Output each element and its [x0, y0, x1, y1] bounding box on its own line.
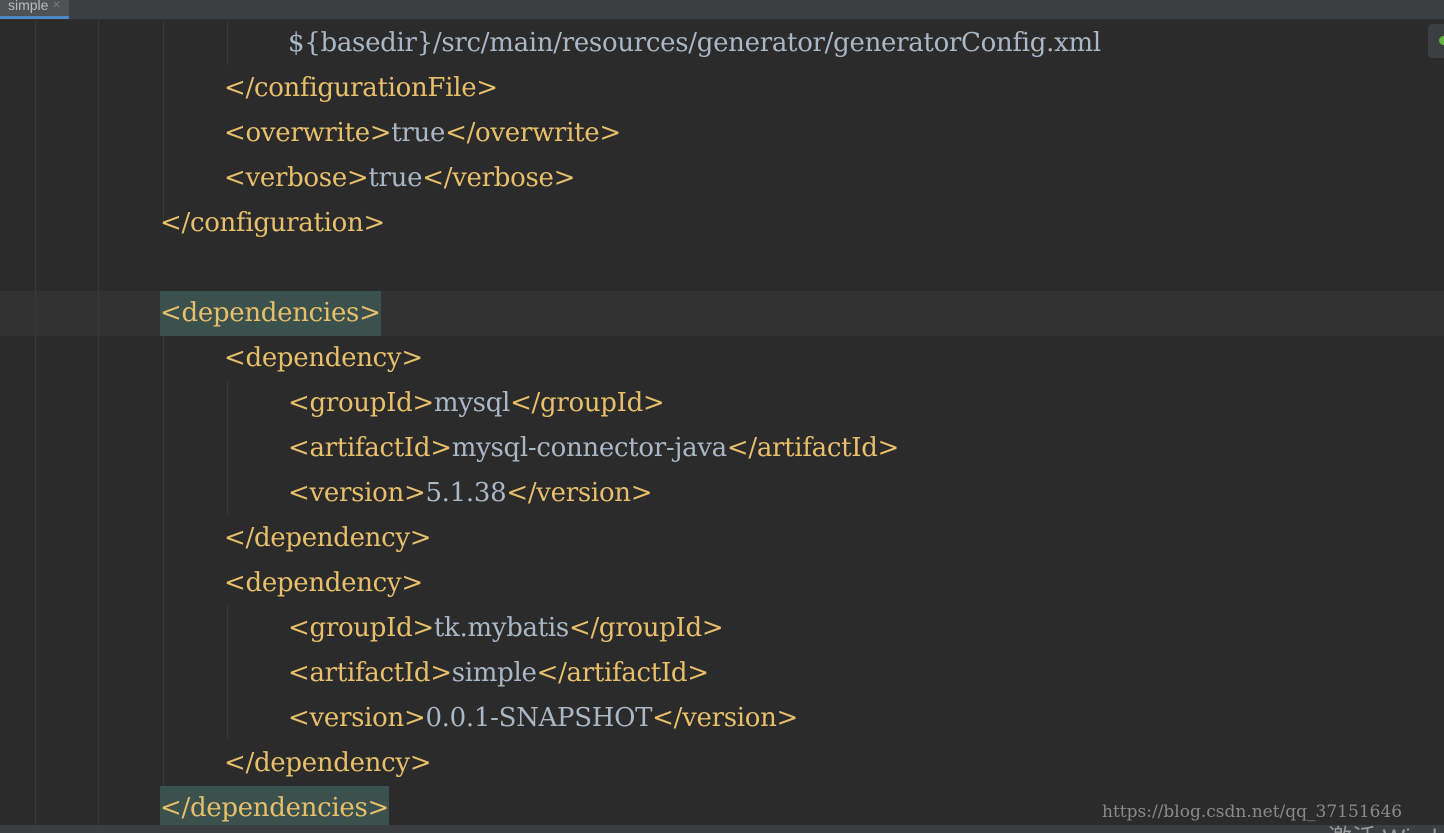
- xml-tag: </overwrite>: [445, 118, 621, 148]
- indent-guide: [227, 380, 228, 515]
- horizontal-scrollbar[interactable]: [0, 825, 1444, 833]
- inspection-widget[interactable]: [1428, 24, 1444, 58]
- code-line[interactable]: <groupId>mysql</groupId>: [288, 381, 665, 426]
- xml-tag: <overwrite>: [224, 118, 392, 148]
- xml-tag: <groupId>: [288, 613, 434, 643]
- xml-tag: </version>: [506, 478, 653, 508]
- xml-tag: </verbose>: [422, 163, 576, 193]
- indent-guide: [163, 20, 164, 220]
- code-line[interactable]: <version>5.1.38</version>: [288, 471, 653, 516]
- xml-tag: <verbose>: [224, 163, 369, 193]
- code-line[interactable]: <artifactId>simple</artifactId>: [288, 651, 709, 696]
- code-line[interactable]: <version>0.0.1-SNAPSHOT</version>: [288, 696, 798, 741]
- xml-text: true: [368, 163, 423, 193]
- code-line[interactable]: </dependency>: [224, 741, 432, 786]
- close-icon[interactable]: ×: [52, 0, 60, 11]
- code-line[interactable]: <overwrite>true</overwrite>: [224, 111, 621, 156]
- indent-guide: [35, 20, 36, 825]
- code-editor[interactable]: ${basedir}/src/main/resources/generator/…: [0, 20, 1444, 831]
- status-ok-icon: [1439, 36, 1444, 45]
- ide-window: simple × ${basedir}/src/main/resources/g…: [0, 0, 1444, 833]
- xml-text: 0.0.1-SNAPSHOT: [425, 703, 653, 733]
- xml-tag: </version>: [652, 703, 799, 733]
- code-line[interactable]: </configurationFile>: [224, 66, 498, 111]
- code-line[interactable]: <artifactId>mysql-connector-java</artifa…: [288, 426, 899, 471]
- xml-tag: <version>: [288, 478, 426, 508]
- xml-tag: </artifactId>: [726, 433, 900, 463]
- xml-tag: </dependency>: [224, 523, 432, 553]
- indent-guide: [163, 336, 164, 786]
- xml-text: mysql: [433, 388, 511, 418]
- code-line[interactable]: <dependencies>: [160, 291, 381, 336]
- xml-tag: <artifactId>: [288, 433, 452, 463]
- tab-label: simple: [8, 0, 49, 13]
- xml-tag: </groupId>: [568, 613, 724, 643]
- xml-tag: </artifactId>: [536, 658, 709, 688]
- xml-text: ${basedir}/src/main/resources/generator/…: [288, 28, 1101, 58]
- code-line[interactable]: <verbose>true</verbose>: [224, 156, 575, 201]
- os-activation-overlay: 激活 Wind: [1328, 818, 1437, 833]
- xml-tag: </configuration>: [160, 208, 385, 238]
- code-line[interactable]: <groupId>tk.mybatis</groupId>: [288, 606, 724, 651]
- code-line[interactable]: <dependency>: [224, 561, 423, 606]
- xml-tag: </groupId>: [510, 388, 665, 418]
- indent-guide: [98, 20, 99, 825]
- xml-tag: <dependency>: [224, 568, 423, 598]
- code-line[interactable]: <dependency>: [224, 336, 423, 381]
- editor-tab-bar: simple ×: [0, 0, 1444, 20]
- xml-text: mysql-connector-java: [451, 433, 727, 463]
- xml-tag: <groupId>: [288, 388, 434, 418]
- code-line[interactable]: </dependency>: [224, 516, 432, 561]
- xml-tag: <version>: [288, 703, 426, 733]
- xml-text: 5.1.38: [425, 478, 507, 508]
- xml-tag: <dependency>: [224, 343, 423, 373]
- xml-tag: </configurationFile>: [224, 73, 498, 103]
- xml-tag: </dependency>: [224, 748, 432, 778]
- tab-simple[interactable]: simple ×: [0, 0, 69, 19]
- code-line[interactable]: </configuration>: [160, 201, 385, 246]
- xml-tag: <dependencies>: [160, 291, 381, 336]
- indent-guide: [227, 605, 228, 740]
- xml-text: simple: [451, 658, 537, 688]
- xml-text: true: [391, 118, 446, 148]
- xml-text: tk.mybatis: [433, 613, 569, 643]
- xml-tag: <artifactId>: [288, 658, 452, 688]
- indent-guide: [227, 20, 228, 65]
- code-line[interactable]: ${basedir}/src/main/resources/generator/…: [288, 21, 1101, 66]
